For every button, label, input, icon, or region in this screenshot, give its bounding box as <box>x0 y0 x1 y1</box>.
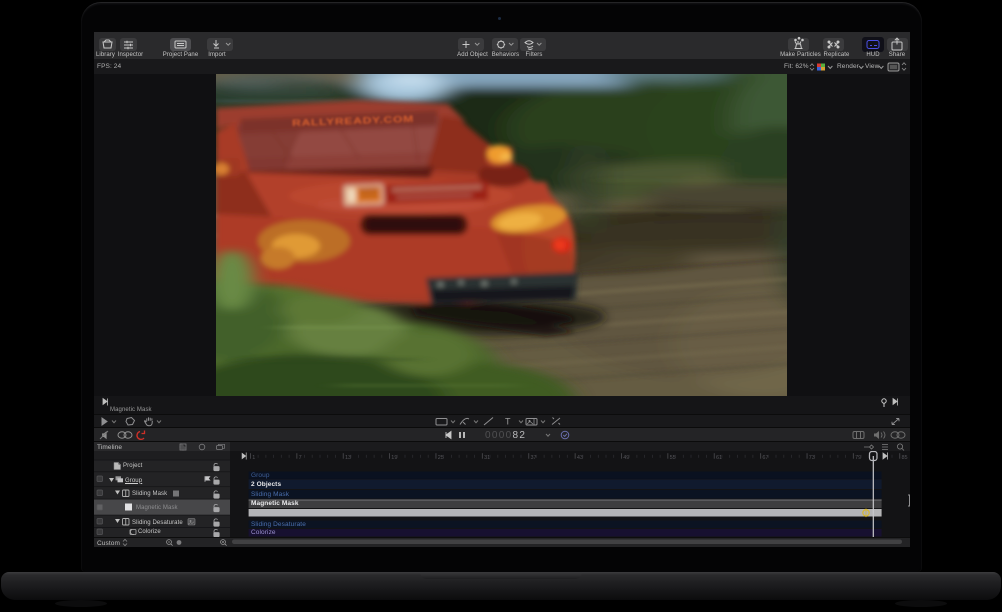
svg-text:67: 67 <box>762 455 768 461</box>
svg-text:1: 1 <box>252 455 255 461</box>
svg-text:37: 37 <box>531 455 537 461</box>
svg-text:13: 13 <box>345 455 351 461</box>
svg-text:T: T <box>505 417 511 427</box>
svg-text:73: 73 <box>809 455 815 461</box>
svg-text:49: 49 <box>623 455 629 461</box>
svg-text:31: 31 <box>484 455 490 461</box>
svg-text:19: 19 <box>391 455 397 461</box>
svg-text:43: 43 <box>577 455 583 461</box>
svg-text:55: 55 <box>670 455 676 461</box>
svg-text:61: 61 <box>716 455 722 461</box>
svg-text:25: 25 <box>438 455 444 461</box>
svg-text:79: 79 <box>855 455 861 461</box>
svg-text:85: 85 <box>902 455 908 461</box>
svg-text:7: 7 <box>299 455 302 461</box>
